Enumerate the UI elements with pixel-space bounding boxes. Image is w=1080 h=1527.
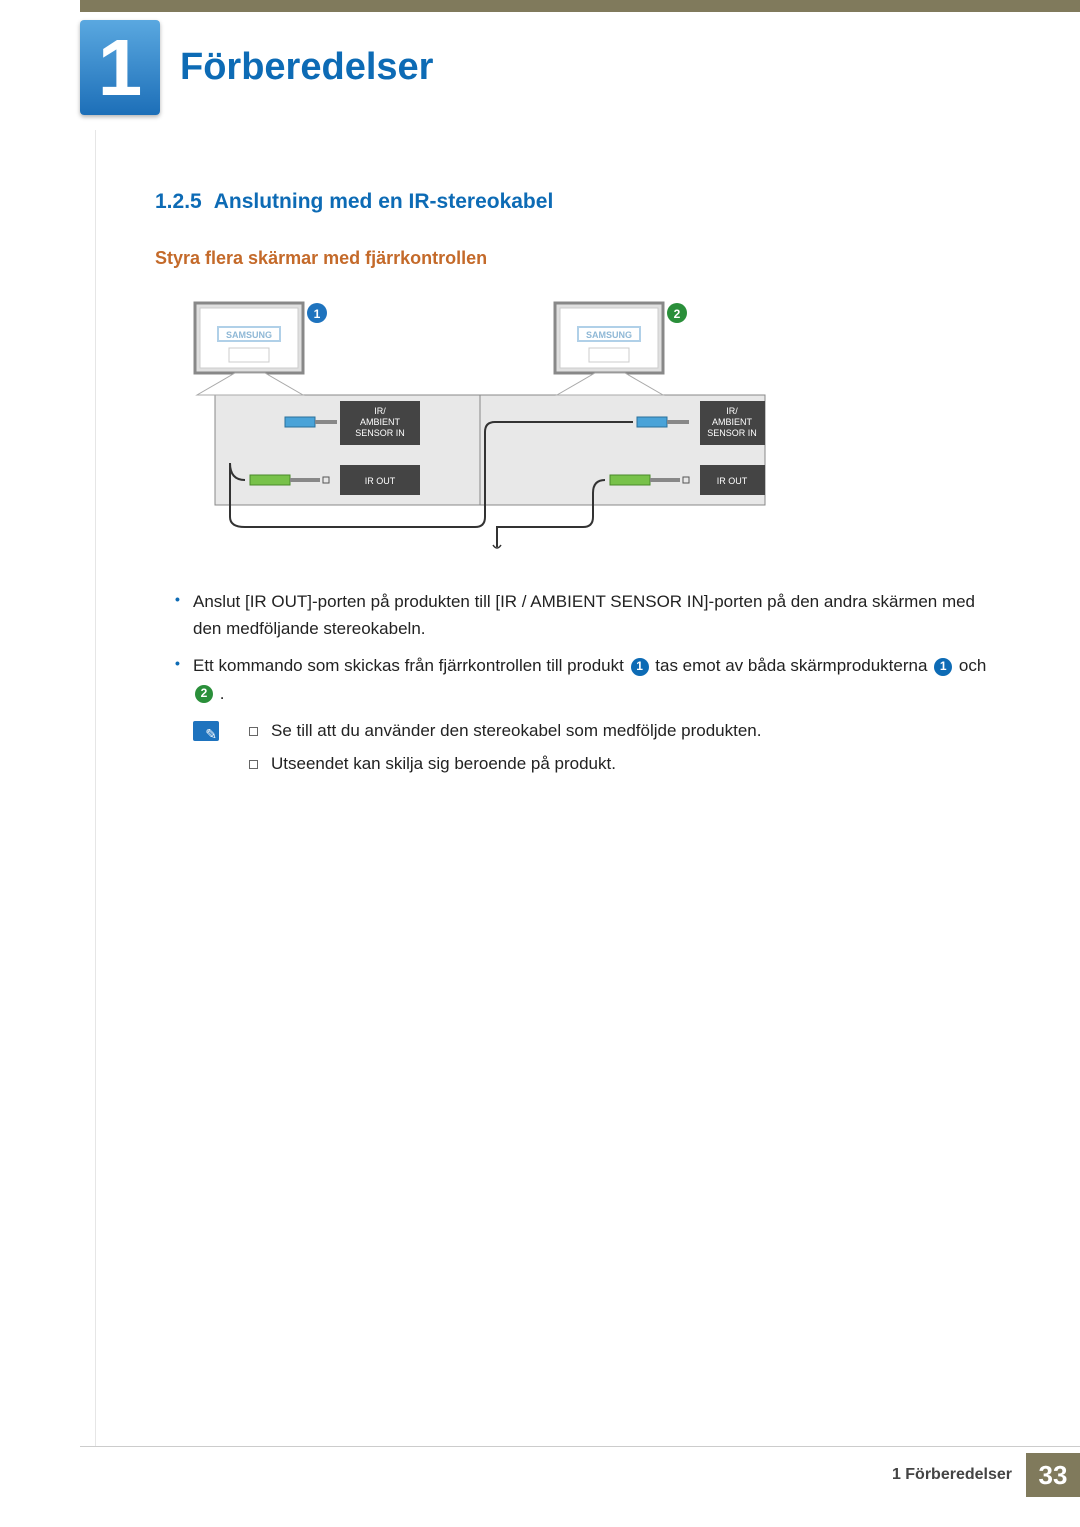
bullet-item: Ett kommando som skickas från fjärrkontr…	[165, 652, 1000, 706]
note-item: Utseendet kan skilja sig beroende på pro…	[243, 750, 761, 779]
top-accent-bar	[80, 0, 1080, 12]
section-heading: 1.2.5 Anslutning med en IR-stereokabel	[155, 190, 1000, 214]
monitor-1: SAMSUNG	[195, 303, 303, 395]
section-title: Anslutning med en IR-stereokabel	[214, 190, 554, 213]
note-block: Se till att du använder den stereokabel …	[155, 717, 1000, 783]
svg-text:AMBIENT: AMBIENT	[712, 417, 753, 427]
svg-text:IR OUT: IR OUT	[365, 476, 396, 486]
monitor-2: SAMSUNG	[555, 303, 663, 395]
chapter-header: 1 Förberedelser	[80, 20, 433, 115]
note-item: Se till att du använder den stereokabel …	[243, 717, 761, 746]
chapter-number-badge: 1	[80, 20, 160, 115]
note-icon	[193, 721, 219, 741]
footer: 1 Förberedelser 33	[892, 1453, 1080, 1497]
page: 1 Förberedelser 1.2.5 Anslutning med en I…	[0, 0, 1080, 1527]
monitor-brand-2: SAMSUNG	[586, 330, 632, 340]
svg-text:IR/: IR/	[726, 406, 738, 416]
svg-text:SENSOR IN: SENSOR IN	[355, 428, 405, 438]
bullet-list: Anslut [IR OUT]-porten på produkten till…	[155, 588, 1000, 707]
ports-panel-bg	[215, 395, 765, 505]
note-list: Se till att du använder den stereokabel …	[243, 717, 761, 783]
footer-rule	[80, 1446, 1080, 1447]
connection-diagram: SAMSUNG 1 SAMSUNG 2 IR/ AMBIENT SENSOR I…	[175, 293, 795, 553]
svg-text:2: 2	[674, 307, 681, 321]
sub-heading: Styra flera skärmar med fjärrkontrollen	[155, 248, 1000, 269]
inline-badge-2: 2	[195, 685, 213, 703]
inline-badge-1b: 1	[934, 658, 952, 676]
chapter-number: 1	[98, 22, 143, 114]
chapter-title: Förberedelser	[180, 46, 433, 89]
svg-text:IR/: IR/	[374, 406, 386, 416]
footer-chapter-ref: 1 Förberedelser	[892, 1466, 1012, 1484]
section-number: 1.2.5	[155, 190, 202, 213]
svg-text:SENSOR IN: SENSOR IN	[707, 428, 757, 438]
page-number: 33	[1026, 1453, 1080, 1497]
svg-text:IR OUT: IR OUT	[717, 476, 748, 486]
svg-text:1: 1	[314, 307, 321, 321]
inline-badge-1: 1	[631, 658, 649, 676]
bullet-item: Anslut [IR OUT]-porten på produkten till…	[165, 588, 1000, 642]
monitor-brand-1: SAMSUNG	[226, 330, 272, 340]
svg-text:AMBIENT: AMBIENT	[360, 417, 401, 427]
content: 1.2.5 Anslutning med en IR-stereokabel St…	[0, 190, 1080, 783]
